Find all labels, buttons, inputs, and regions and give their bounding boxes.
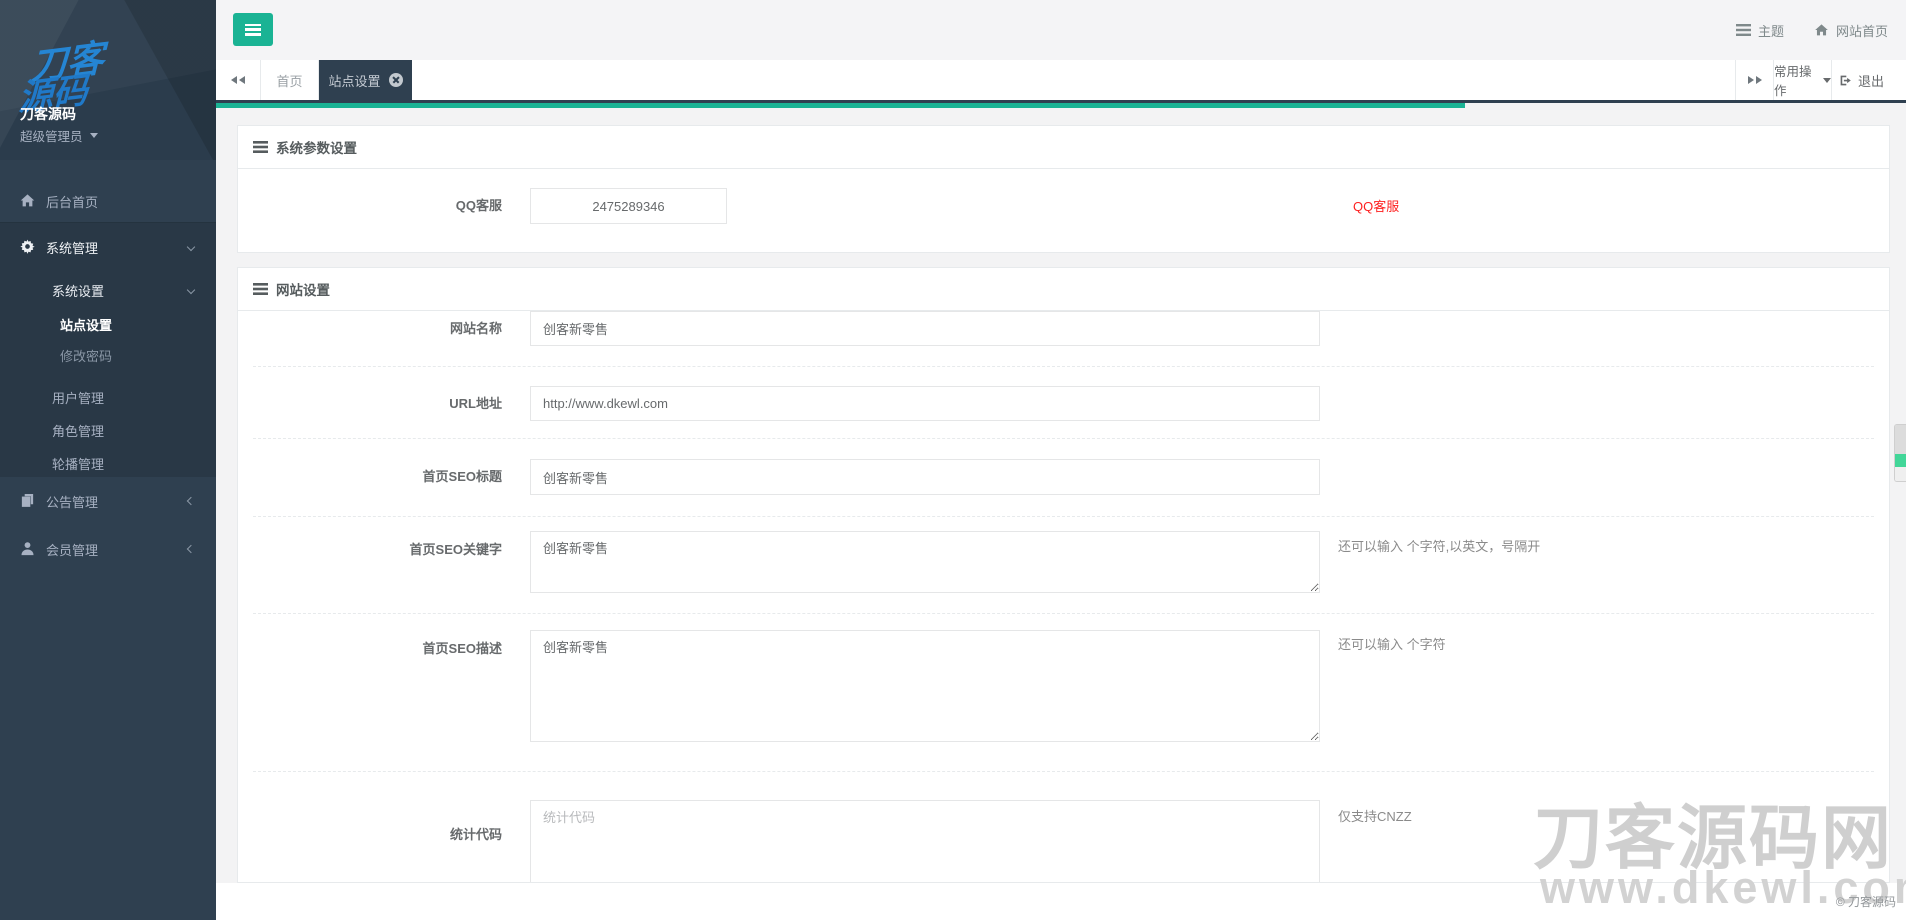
sidebar-item-label: 角色管理 bbox=[52, 421, 104, 440]
floating-widget-green bbox=[1895, 454, 1906, 467]
sidebar-item-label: 会员管理 bbox=[46, 540, 98, 559]
dashed-divider bbox=[253, 516, 1874, 517]
stats-code-textarea[interactable] bbox=[530, 800, 1320, 883]
sidebar-expanded-section: 系统管理 系统设置 站点设置 修改密码 用户管理 角色管理 轮播管理 bbox=[0, 222, 216, 477]
sidebar-item-role-management[interactable]: 角色管理 bbox=[0, 414, 216, 447]
qq-service-help-red: QQ客服 bbox=[1353, 196, 1399, 215]
dashed-divider bbox=[253, 613, 1874, 614]
seo-keywords-help: 还可以输入 个字符,以英文，号隔开 bbox=[1338, 536, 1540, 555]
sidebar-item-label: 系统管理 bbox=[46, 238, 98, 257]
gear-icon bbox=[20, 239, 36, 255]
sidebar-item-label: 系统设置 bbox=[52, 281, 104, 300]
theme-label: 主题 bbox=[1758, 21, 1784, 40]
list-bars-icon bbox=[1736, 24, 1751, 36]
user-icon bbox=[20, 541, 36, 557]
caret-down-icon bbox=[1823, 78, 1831, 83]
section-bars-icon bbox=[253, 141, 268, 153]
panel-header: 系统参数设置 bbox=[238, 126, 1889, 169]
site-name-input[interactable] bbox=[530, 311, 1320, 346]
sidebar-item-member-management[interactable]: 会员管理 bbox=[0, 525, 216, 573]
sidebar-role-dropdown[interactable]: 超级管理员 bbox=[20, 126, 98, 145]
tabs-scroll-right-button[interactable] bbox=[1735, 60, 1773, 100]
panel-system-params: 系统参数设置 QQ客服 QQ客服 bbox=[237, 125, 1890, 253]
dashed-divider bbox=[253, 366, 1874, 367]
dashed-divider bbox=[253, 438, 1874, 439]
seo-title-label: 首页SEO标题 bbox=[238, 459, 502, 495]
sidebar-item-label: 站点设置 bbox=[60, 315, 112, 334]
header-links: 主题 网站首页 bbox=[1736, 0, 1888, 60]
common-actions-dropdown[interactable]: 常用操作 bbox=[1773, 60, 1831, 100]
seo-description-label: 首页SEO描述 bbox=[238, 638, 502, 657]
sidebar-item-label: 公告管理 bbox=[46, 492, 98, 511]
dashed-divider bbox=[253, 771, 1874, 772]
seo-title-input[interactable] bbox=[530, 459, 1320, 495]
seo-keywords-label: 首页SEO关键字 bbox=[238, 539, 502, 558]
chevron-down-icon bbox=[187, 243, 195, 251]
stats-code-label: 统计代码 bbox=[238, 824, 502, 843]
tab-label: 站点设置 bbox=[328, 71, 380, 90]
double-left-arrow-icon bbox=[231, 76, 245, 84]
home-icon bbox=[20, 193, 36, 209]
seo-description-help: 还可以输入 个字符 bbox=[1338, 634, 1446, 653]
content-area: 系统参数设置 QQ客服 QQ客服 网站设置 网站名称 URL地址 首页SEO标题… bbox=[216, 108, 1906, 883]
sidebar-item-dashboard[interactable]: 后台首页 bbox=[0, 180, 216, 222]
floating-widget-top bbox=[1895, 425, 1906, 454]
top-header: 主题 网站首页 bbox=[216, 0, 1906, 60]
url-input[interactable] bbox=[530, 386, 1320, 421]
sidebar-role-label: 超级管理员 bbox=[20, 126, 83, 145]
sidebar-item-change-password[interactable]: 修改密码 bbox=[0, 340, 216, 371]
sidebar-item-label: 修改密码 bbox=[60, 346, 112, 365]
theme-link[interactable]: 主题 bbox=[1736, 21, 1784, 40]
chevron-down-icon bbox=[187, 286, 195, 294]
qq-service-label: QQ客服 bbox=[238, 188, 502, 224]
url-label: URL地址 bbox=[238, 386, 502, 421]
site-name-label: 网站名称 bbox=[238, 311, 502, 346]
tab-label: 首页 bbox=[276, 71, 302, 90]
active-indicator-line bbox=[216, 103, 1465, 108]
logout-button[interactable]: 退出 bbox=[1831, 60, 1891, 100]
qq-service-input[interactable] bbox=[530, 188, 727, 224]
floating-widget-bottom bbox=[1895, 467, 1906, 482]
sidebar-item-carousel-management[interactable]: 轮播管理 bbox=[0, 447, 216, 480]
tab-home[interactable]: 首页 bbox=[261, 60, 319, 100]
sidebar-item-label: 轮播管理 bbox=[52, 454, 104, 473]
section-bars-icon bbox=[253, 283, 268, 295]
caret-down-icon bbox=[90, 133, 98, 138]
seo-description-textarea[interactable]: 创客新零售 bbox=[530, 630, 1320, 742]
floating-widget[interactable] bbox=[1894, 424, 1906, 482]
chevron-left-icon bbox=[187, 545, 195, 553]
site-home-label: 网站首页 bbox=[1836, 21, 1888, 40]
panel-title: 网站设置 bbox=[276, 279, 330, 299]
copy-icon bbox=[20, 493, 36, 509]
logout-label: 退出 bbox=[1858, 71, 1884, 90]
sidebar-item-system-management[interactable]: 系统管理 bbox=[0, 223, 216, 271]
double-right-arrow-icon bbox=[1748, 76, 1762, 84]
panel-header: 网站设置 bbox=[238, 268, 1889, 311]
sidebar-item-user-management[interactable]: 用户管理 bbox=[0, 381, 216, 414]
sidebar-item-label: 后台首页 bbox=[46, 192, 98, 211]
seo-keywords-textarea[interactable]: 创客新零售 bbox=[530, 531, 1320, 593]
chevron-left-icon bbox=[187, 497, 195, 505]
panel-title: 系统参数设置 bbox=[276, 137, 357, 157]
tab-bar: 首页 站点设置 常用操作 退出 bbox=[216, 60, 1906, 100]
sidebar-item-notice-management[interactable]: 公告管理 bbox=[0, 477, 216, 525]
sidebar-item-label: 用户管理 bbox=[52, 388, 104, 407]
sidebar-header: 刀客 源码 刀客源码 超级管理员 bbox=[0, 0, 216, 160]
hamburger-icon bbox=[245, 24, 261, 36]
sidebar-item-system-settings[interactable]: 系统设置 bbox=[0, 271, 216, 309]
sidebar: 刀客 源码 刀客源码 超级管理员 后台首页 系统管理 系统设置 站点设置 修 bbox=[0, 0, 216, 920]
tab-site-settings-active[interactable]: 站点设置 bbox=[319, 60, 412, 100]
sidebar-item-site-settings-active[interactable]: 站点设置 bbox=[0, 309, 216, 340]
home-icon bbox=[1814, 23, 1829, 37]
sidebar-username: 刀客源码 bbox=[20, 104, 76, 124]
logout-icon bbox=[1839, 74, 1852, 87]
main-area: 主题 网站首页 首页 站点设置 常用操作 退出 bbox=[216, 0, 1906, 920]
tabs-scroll-left-button[interactable] bbox=[216, 60, 261, 100]
close-tab-icon[interactable] bbox=[389, 73, 403, 87]
site-home-link[interactable]: 网站首页 bbox=[1814, 21, 1888, 40]
copyright-text: © 刀客源码 bbox=[1836, 893, 1896, 910]
sidebar-toggle-button[interactable] bbox=[233, 13, 273, 46]
stats-code-help: 仅支持CNZZ bbox=[1338, 806, 1412, 825]
common-actions-label: 常用操作 bbox=[1774, 61, 1817, 99]
